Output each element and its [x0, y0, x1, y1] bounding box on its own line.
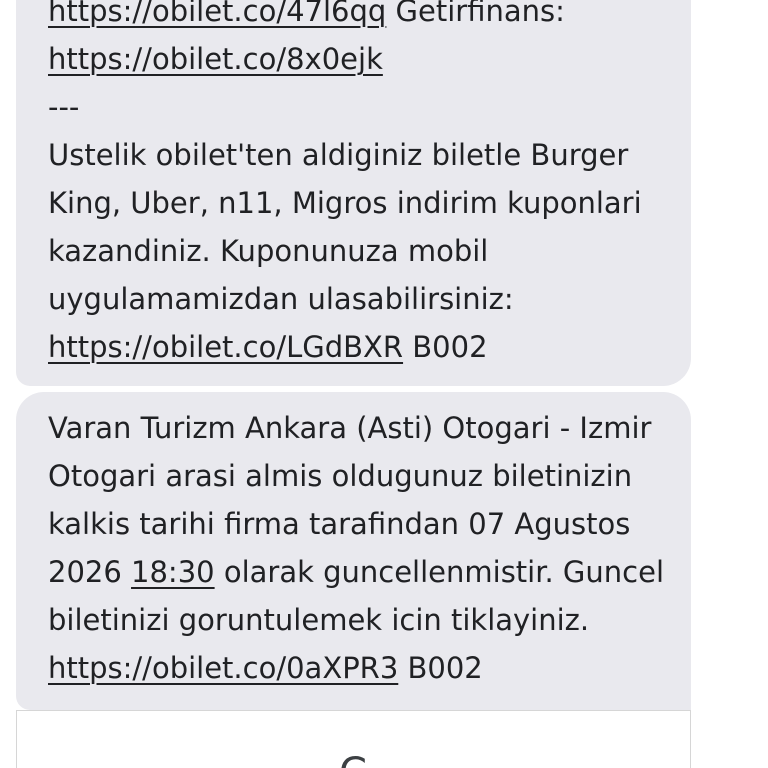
message-line: --- [48, 90, 80, 124]
message-line: Ustelik obilet'ten aldiginiz biletle Bur… [48, 138, 629, 172]
message-line: https://obilet.co/LGdBXR B002 [48, 323, 691, 371]
message-code: B002 [398, 651, 483, 685]
message-link[interactable]: https://obilet.co/8x0ejk [48, 42, 383, 76]
message-bubble[interactable]: Varan Turizm Ankara (Asti) Otogari - Izm… [16, 392, 691, 710]
message-text: olarak guncellenmistir. Guncel [214, 555, 665, 589]
message-line: King, Uber, n11, Migros indirim kuponlar… [48, 186, 642, 220]
message-line: kazandiniz. Kuponunuza mobil [48, 234, 489, 268]
message-text: 2026 [48, 555, 132, 589]
card-logo-icon: C [339, 753, 367, 768]
message-line: Varan Turizm Ankara (Asti) Otogari - Izm… [48, 411, 652, 445]
message-line: https://obilet.co/0aXPR3 B002 [48, 644, 691, 692]
message-link[interactable]: https://obilet.co/47l6qq [48, 0, 386, 28]
message-line: https://obilet.co/8x0ejk [48, 35, 691, 83]
message-link[interactable]: https://obilet.co/0aXPR3 [48, 651, 398, 685]
message-link[interactable]: https://obilet.co/LGdBXR [48, 330, 403, 364]
time-link[interactable]: 18:30 [131, 555, 215, 589]
message-text: Getirfinans: [386, 0, 565, 28]
message-line: uygulamamizdan ulasabilirsiniz: [48, 282, 514, 316]
message-line: https://obilet.co/47l6qq Getirfinans: [48, 0, 691, 35]
message-line: biletinizi goruntulemek icin tiklayiniz. [48, 603, 590, 637]
message-line: kalkis tarihi firma tarafindan 07 Agusto… [48, 507, 631, 541]
message-code: B002 [403, 330, 488, 364]
conversation-screen: https://obilet.co/47l6qq Getirfinans: ht… [0, 0, 768, 768]
link-preview-card[interactable]: C [16, 710, 691, 768]
message-line: Otogari arasi almis oldugunuz biletinizi… [48, 459, 633, 493]
message-bubble[interactable]: https://obilet.co/47l6qq Getirfinans: ht… [16, 0, 691, 386]
message-line: 2026 18:30 olarak guncellenmistir. Gunce… [48, 548, 691, 596]
